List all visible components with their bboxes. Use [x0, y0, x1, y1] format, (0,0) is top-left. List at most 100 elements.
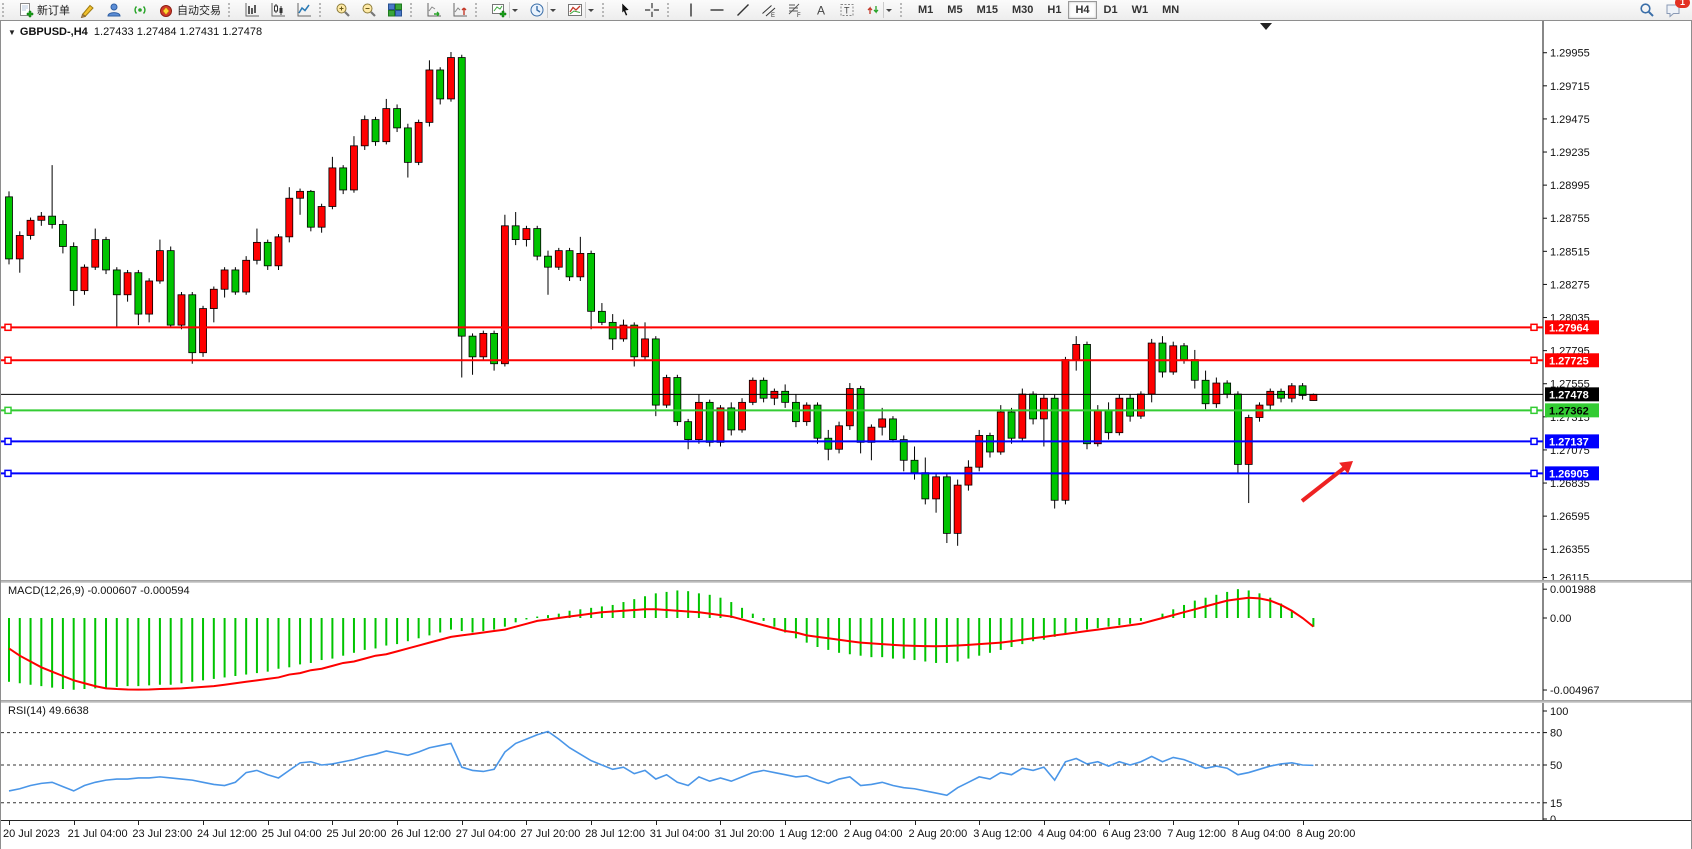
auto-scroll-button[interactable] — [422, 0, 446, 20]
templates-button[interactable] — [563, 0, 599, 20]
templates-dropdown-arrow-icon[interactable] — [585, 2, 595, 18]
collapse-triangle-icon[interactable]: ▼ — [8, 28, 16, 37]
line-handle[interactable] — [5, 357, 11, 363]
trendline-tool-button[interactable] — [731, 0, 755, 20]
time-axis-label: 26 Jul 12:00 — [391, 828, 451, 840]
rsi-panel[interactable]: RSI(14) 49.6638 1008050150 — [1, 703, 1691, 820]
periods-button[interactable] — [525, 0, 561, 20]
time-axis-tick — [785, 821, 786, 825]
line-handle[interactable] — [1531, 470, 1537, 476]
candle — [1234, 394, 1241, 464]
arrows-tool-dropdown-arrow-icon[interactable] — [883, 2, 893, 18]
profiles-button[interactable] — [102, 0, 126, 20]
candle — [749, 380, 756, 402]
crosshair-button[interactable] — [640, 0, 664, 20]
price-axis-label: 1.29955 — [1550, 48, 1590, 60]
arrows-tool-icon — [865, 2, 881, 18]
candle — [6, 197, 13, 259]
time-axis-tick — [850, 821, 851, 825]
time-axis[interactable]: 20 Jul 202321 Jul 04:0023 Jul 23:0024 Ju… — [1, 820, 1691, 849]
macd-axis-label: 0.001988 — [1550, 584, 1596, 596]
candle — [146, 281, 153, 314]
annotation-arrow[interactable] — [1302, 466, 1347, 501]
styler-button[interactable] — [76, 0, 100, 20]
candle — [135, 273, 142, 314]
line-handle[interactable] — [1531, 438, 1537, 444]
line-handle[interactable] — [1531, 407, 1537, 413]
time-axis-label: 7 Aug 12:00 — [1167, 828, 1226, 840]
toolbar-grip — [602, 3, 611, 17]
search-button[interactable] — [1635, 0, 1659, 20]
text-label-tool-button[interactable]: T — [835, 0, 859, 20]
auto-trading-button[interactable]: 自动交易 — [154, 0, 225, 20]
macd-panel[interactable]: MACD(12,26,9) -0.000607 -0.000594 0.0019… — [1, 583, 1691, 700]
new-order-button[interactable]: 新订单 — [14, 0, 74, 20]
timeframe-m1-button[interactable]: M1 — [911, 1, 940, 19]
line-handle[interactable] — [1531, 357, 1537, 363]
timeframe-h1-button[interactable]: H1 — [1040, 1, 1068, 19]
toolbar-grip — [410, 3, 419, 17]
signals-button[interactable] — [128, 0, 152, 20]
zoom-out-button[interactable] — [357, 0, 381, 20]
line-handle[interactable] — [5, 438, 11, 444]
candle — [900, 440, 907, 461]
timeframe-h4-button[interactable]: H4 — [1068, 1, 1096, 19]
bar-chart-mode-button[interactable] — [240, 0, 264, 20]
chart-title: ▼GBPUSD-,H4 1.27433 1.27484 1.27431 1.27… — [8, 26, 262, 38]
candle — [523, 229, 530, 240]
candle — [307, 191, 314, 227]
notifications-button[interactable]: 1 — [1661, 0, 1685, 20]
price-axis-label: 1.28755 — [1550, 213, 1590, 225]
timeframe-mn-button[interactable]: MN — [1155, 1, 1186, 19]
candle — [1148, 343, 1155, 394]
timeframe-m15-button[interactable]: M15 — [970, 1, 1005, 19]
time-axis-tick — [720, 821, 721, 825]
candle — [297, 191, 304, 198]
zoom-in-button[interactable] — [331, 0, 355, 20]
candle — [642, 339, 649, 357]
svg-text:F: F — [797, 13, 801, 18]
timeframe-m5-button[interactable]: M5 — [940, 1, 969, 19]
line-handle[interactable] — [5, 470, 11, 476]
line-handle[interactable] — [5, 324, 11, 330]
time-axis-label: 6 Aug 23:00 — [1103, 828, 1162, 840]
periods-dropdown-arrow-icon[interactable] — [547, 2, 557, 18]
candle — [200, 309, 207, 353]
candle — [1127, 398, 1134, 416]
arrows-tool-button[interactable] — [861, 0, 897, 20]
candle — [16, 235, 23, 258]
time-axis-label: 20 Jul 2023 — [3, 828, 60, 840]
candle — [663, 378, 670, 406]
new-chart-dropdown-arrow-icon[interactable] — [509, 2, 519, 18]
candle — [156, 251, 163, 281]
line-handle[interactable] — [5, 407, 11, 413]
timeframe-d1-button[interactable]: D1 — [1097, 1, 1125, 19]
candle — [1213, 383, 1220, 404]
new-chart-button[interactable] — [487, 0, 523, 20]
svg-text:T: T — [844, 6, 850, 16]
vertical-line-tool-button[interactable] — [679, 0, 703, 20]
candle — [1062, 360, 1069, 501]
candle — [588, 253, 595, 311]
channel-tool-button[interactable]: E — [757, 0, 781, 20]
main-chart-panel[interactable]: ▼GBPUSD-,H4 1.27433 1.27484 1.27431 1.27… — [1, 21, 1691, 580]
candle — [1030, 394, 1037, 419]
price-tag-label: 1.27362 — [1549, 405, 1589, 417]
candle — [1051, 398, 1058, 500]
line-handle[interactable] — [1531, 324, 1537, 330]
price-axis-label: 1.28995 — [1550, 180, 1590, 192]
text-tool-button[interactable]: A — [809, 0, 833, 20]
cursor-button[interactable] — [614, 0, 638, 20]
candle-chart-mode-button[interactable] — [266, 0, 290, 20]
chart-shift-button[interactable] — [448, 0, 472, 20]
timeframe-m30-button[interactable]: M30 — [1005, 1, 1040, 19]
tile-windows-button[interactable] — [383, 0, 407, 20]
timeframe-w1-button[interactable]: W1 — [1125, 1, 1156, 19]
horizontal-line-tool-button[interactable] — [705, 0, 729, 20]
chart-shift-marker-icon[interactable] — [1260, 23, 1272, 30]
time-axis-label: 24 Jul 12:00 — [197, 828, 257, 840]
time-axis-tick — [591, 821, 592, 825]
time-axis-label: 3 Aug 12:00 — [973, 828, 1032, 840]
fibonacci-tool-button[interactable]: F — [783, 0, 807, 20]
line-chart-mode-button[interactable] — [292, 0, 316, 20]
